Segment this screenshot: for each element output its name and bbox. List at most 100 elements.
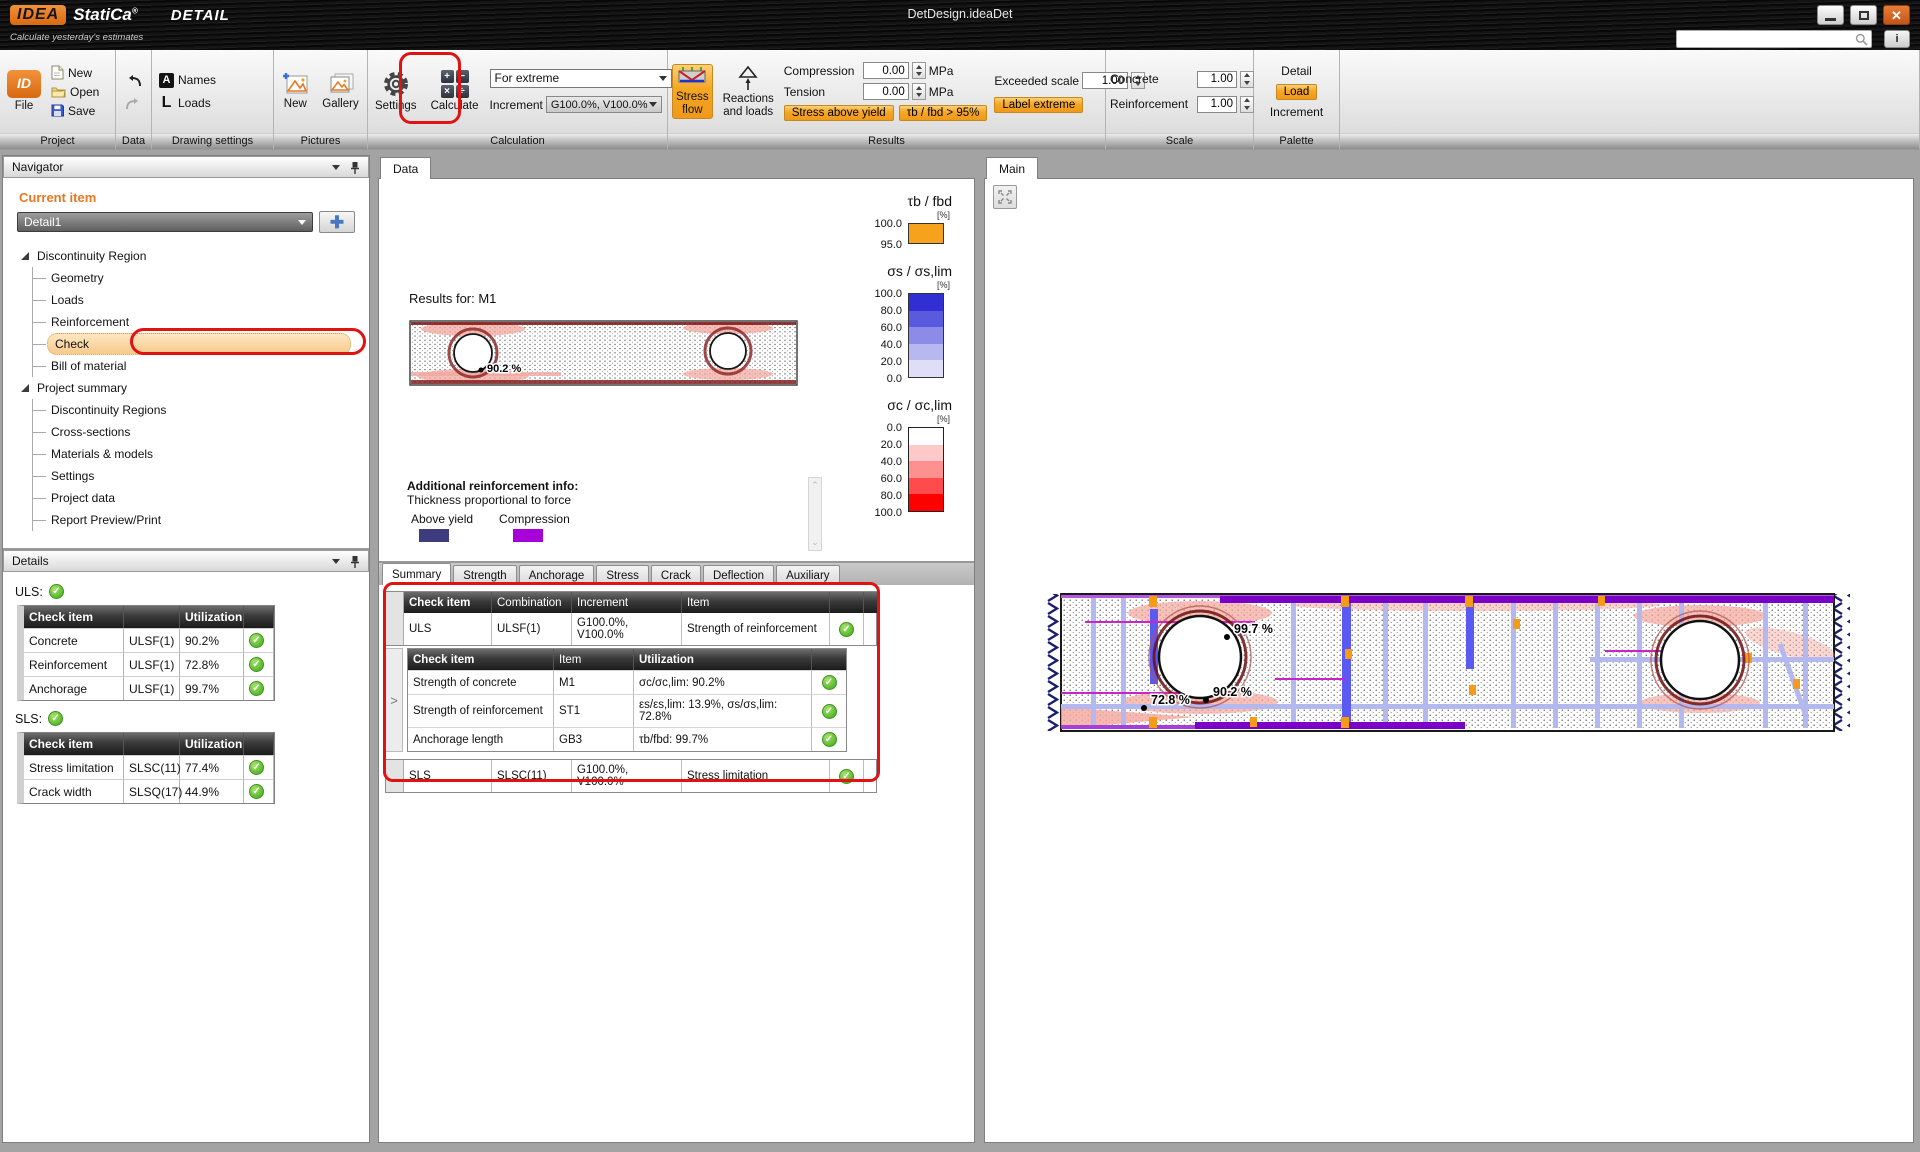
redo-button[interactable] bbox=[122, 94, 145, 113]
search-input[interactable] bbox=[1677, 32, 1855, 46]
nav-item-check[interactable]: Check bbox=[33, 333, 359, 355]
mini-scrollbar[interactable]: ⌃ ⌄ bbox=[808, 477, 822, 551]
table-row[interactable]: Crack widthSLSQ(17) 44.9% bbox=[24, 779, 274, 803]
extreme-dropdown[interactable]: For extreme bbox=[490, 69, 672, 88]
check-ok-icon bbox=[249, 784, 264, 799]
tab-auxiliary[interactable]: Auxiliary bbox=[776, 565, 839, 585]
minimize-button[interactable] bbox=[1817, 5, 1844, 25]
palette-load-button[interactable]: Load bbox=[1276, 84, 1318, 100]
group-label-project: Project bbox=[0, 133, 115, 149]
minimize-icon bbox=[1825, 18, 1836, 21]
concrete-scale-input[interactable] bbox=[1197, 71, 1237, 88]
tab-crack[interactable]: Crack bbox=[651, 565, 701, 585]
palette-detail-button[interactable]: Detail bbox=[1278, 62, 1315, 81]
info-button[interactable]: i bbox=[1884, 30, 1910, 48]
picture-new-button[interactable]: New bbox=[279, 70, 311, 113]
reinforcement-scale-input[interactable] bbox=[1197, 96, 1237, 113]
pin-icon[interactable] bbox=[350, 161, 360, 174]
workspace: Navigator Current item Detail1 ✚ bbox=[0, 150, 1920, 1152]
scroll-down-icon[interactable]: ⌄ bbox=[811, 537, 819, 548]
tab-anchorage[interactable]: Anchorage bbox=[519, 565, 595, 585]
tension-stepper[interactable] bbox=[912, 83, 926, 100]
collapse-icon[interactable] bbox=[332, 559, 340, 564]
stress-above-yield-button[interactable]: Stress above yield bbox=[784, 105, 894, 121]
save-floppy-icon bbox=[51, 104, 64, 117]
row-selector[interactable] bbox=[386, 760, 404, 792]
support-hatch-right bbox=[1835, 594, 1850, 731]
tree-expander-icon[interactable] bbox=[21, 252, 29, 260]
maximize-button[interactable] bbox=[1850, 5, 1877, 25]
fit-view-button[interactable] bbox=[993, 185, 1017, 209]
add-item-button[interactable]: ✚ bbox=[319, 211, 355, 233]
palette-increment-button[interactable]: Increment bbox=[1267, 103, 1326, 122]
new-button[interactable]: New bbox=[48, 63, 102, 82]
table-row[interactable]: Strength of concrete bbox=[408, 670, 554, 694]
concrete-scale-stepper[interactable] bbox=[1240, 71, 1254, 88]
uls-row[interactable]: ULS bbox=[404, 613, 492, 645]
scroll-up-icon[interactable]: ⌃ bbox=[811, 480, 819, 491]
check-ok-icon bbox=[839, 622, 854, 637]
save-button[interactable]: Save bbox=[48, 101, 102, 120]
close-button[interactable]: ✕ bbox=[1883, 5, 1910, 25]
tab-summary[interactable]: Summary bbox=[382, 563, 451, 585]
loads-toggle[interactable]: Loads bbox=[156, 94, 214, 113]
nav-item-report-preview-print[interactable]: Report Preview/Print bbox=[33, 509, 359, 531]
reactions-loads-button[interactable]: Reactions and loads bbox=[720, 63, 777, 120]
tab-deflection[interactable]: Deflection bbox=[703, 565, 774, 585]
increment-dropdown[interactable]: G100.0%, V100.0% bbox=[546, 96, 662, 113]
tb-fbd-button[interactable]: τb / fbd > 95% bbox=[899, 105, 988, 121]
table-row[interactable]: Stress limitationSLSC(11) 77.4% bbox=[24, 755, 274, 779]
sls-summary: SLS: bbox=[15, 711, 359, 726]
compression-stepper[interactable] bbox=[912, 62, 926, 79]
file-button[interactable]: ID File bbox=[4, 68, 44, 115]
left-panel: Navigator Current item Detail1 ✚ bbox=[2, 155, 370, 1143]
nav-item-reinforcement[interactable]: Reinforcement bbox=[33, 311, 359, 333]
tab-main[interactable]: Main bbox=[986, 157, 1038, 179]
current-item-dropdown[interactable]: Detail1 bbox=[17, 212, 313, 232]
group-label-calculation: Calculation bbox=[368, 133, 667, 149]
nav-item-discontinuity-regions[interactable]: Discontinuity Regions bbox=[33, 399, 359, 421]
table-row[interactable]: ConcreteULSF(1) 90.2% bbox=[24, 628, 274, 652]
tension-input[interactable] bbox=[863, 83, 909, 100]
nav-item-geometry[interactable]: Geometry bbox=[33, 267, 359, 289]
label-extreme-button[interactable]: Label extreme bbox=[994, 97, 1083, 113]
nav-item-settings[interactable]: Settings bbox=[33, 465, 359, 487]
sls-table: Check item Utilization Stress limitation… bbox=[17, 732, 275, 804]
search-box[interactable] bbox=[1676, 30, 1872, 48]
row-expander[interactable]: > bbox=[385, 648, 403, 752]
group-label-palette: Palette bbox=[1254, 133, 1339, 149]
ribbon-group-results: Stress flow Reactions and loads Compress… bbox=[668, 50, 1106, 149]
undo-button[interactable] bbox=[122, 71, 145, 90]
open-button[interactable]: Open bbox=[48, 82, 102, 101]
table-row[interactable]: Anchorage length bbox=[408, 727, 554, 751]
nav-item-materials-models[interactable]: Materials & models bbox=[33, 443, 359, 465]
nav-section-project-summary[interactable]: Project summary bbox=[13, 377, 359, 399]
nav-item-cross-sections[interactable]: Cross-sections bbox=[33, 421, 359, 443]
table-row[interactable]: AnchorageULSF(1) 99.7% bbox=[24, 676, 274, 700]
names-toggle[interactable]: Names bbox=[156, 71, 219, 90]
compression-input[interactable] bbox=[863, 62, 909, 79]
row-selector[interactable] bbox=[386, 613, 404, 645]
settings-button[interactable]: Settings bbox=[372, 68, 420, 115]
legend-sigma-c: σc / σc,lim [%] 0.0 20.0 40.0 60.0 80.0 … bbox=[864, 397, 952, 512]
gallery-button[interactable]: Gallery bbox=[319, 70, 361, 113]
stress-flow-button[interactable]: Stress flow bbox=[672, 64, 713, 119]
tab-stress[interactable]: Stress bbox=[596, 565, 649, 585]
ribbon-group-calculation: Settings Calculate For extreme Increment… bbox=[368, 50, 668, 149]
nav-item-bill-of-material[interactable]: Bill of material bbox=[33, 355, 359, 377]
calculate-button[interactable]: Calculate bbox=[428, 68, 482, 115]
nav-item-loads[interactable]: Loads bbox=[33, 289, 359, 311]
table-row[interactable]: Strength of reinforcement bbox=[408, 694, 554, 727]
reinforcement-scale-stepper[interactable] bbox=[1240, 96, 1254, 113]
nav-item-project-data[interactable]: Project data bbox=[33, 487, 359, 509]
tree-expander-icon[interactable] bbox=[21, 384, 29, 392]
sls-row[interactable]: SLS bbox=[404, 760, 492, 792]
tab-data[interactable]: Data bbox=[380, 157, 431, 179]
gear-icon bbox=[382, 70, 410, 98]
tab-strength[interactable]: Strength bbox=[453, 565, 516, 585]
table-row[interactable]: ReinforcementULSF(1) 72.8% bbox=[24, 652, 274, 676]
pin-icon[interactable] bbox=[350, 555, 360, 568]
nav-section-discontinuity-region[interactable]: Discontinuity Region bbox=[13, 245, 359, 267]
collapse-icon[interactable] bbox=[332, 165, 340, 170]
structure-check-view[interactable]: 99.7 % 72.8 % 90.2 % bbox=[1045, 589, 1850, 736]
